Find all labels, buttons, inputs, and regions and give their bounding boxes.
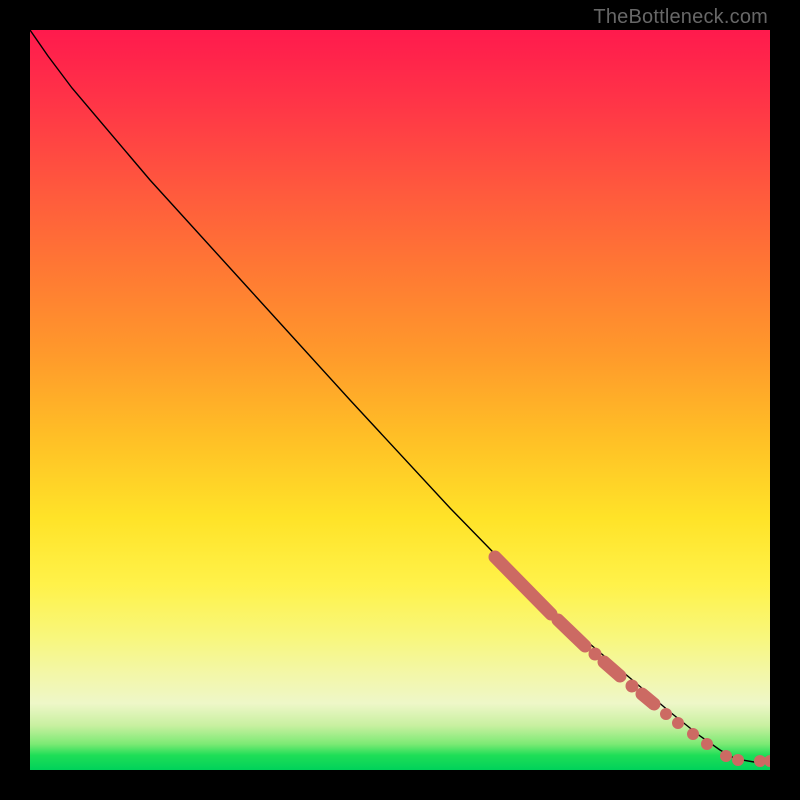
plot-area xyxy=(30,30,770,770)
data-point-cluster xyxy=(604,662,620,676)
data-point-cluster xyxy=(558,620,585,646)
watermark-text: TheBottleneck.com xyxy=(593,6,768,29)
data-point xyxy=(687,728,699,740)
data-point xyxy=(660,708,672,720)
data-point-cluster xyxy=(495,557,551,614)
data-point xyxy=(720,750,732,762)
data-point-cluster xyxy=(642,694,654,704)
data-curve xyxy=(30,30,770,762)
data-point xyxy=(672,717,684,729)
data-point xyxy=(764,755,770,767)
chart-overlay xyxy=(30,30,770,770)
data-point xyxy=(701,738,713,750)
data-points-group xyxy=(495,557,770,767)
data-point xyxy=(732,754,744,766)
chart-frame: TheBottleneck.com xyxy=(0,0,800,800)
